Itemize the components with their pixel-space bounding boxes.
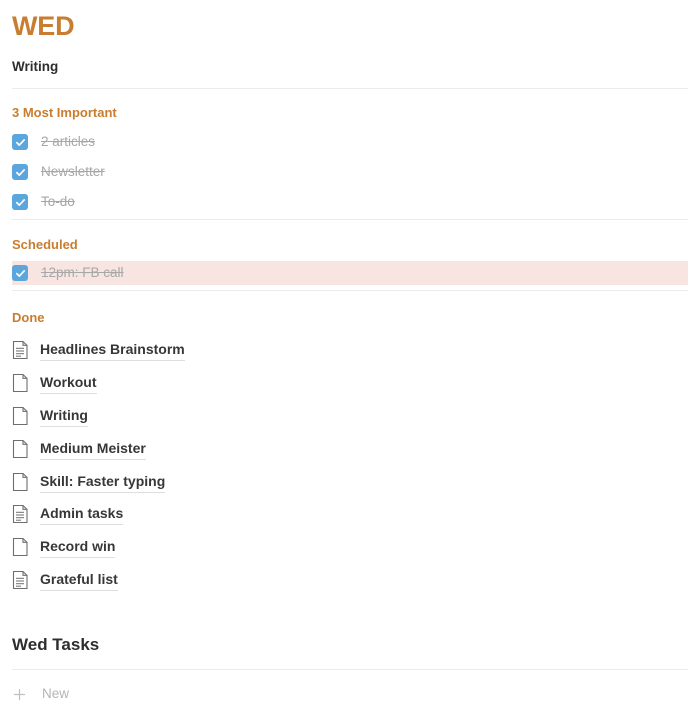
document-list-item-label: Workout	[40, 373, 97, 394]
document-list-item[interactable]: Record win	[12, 534, 116, 560]
page-subtitle: Writing	[12, 59, 59, 74]
document-list-item[interactable]: Writing	[12, 403, 88, 429]
document-lined-icon	[12, 504, 28, 524]
document-list-item[interactable]: Admin tasks	[12, 501, 124, 527]
document-blank-icon	[12, 406, 28, 426]
document-list-item[interactable]: Skill: Faster typing	[12, 469, 166, 495]
add-new-task-button[interactable]: New	[12, 683, 69, 705]
document-list-item[interactable]: Headlines Brainstorm	[12, 337, 185, 363]
page-title: WED	[12, 11, 75, 41]
document-lined-icon	[12, 340, 28, 360]
add-new-task-label: New	[42, 686, 70, 701]
document-blank-icon	[12, 439, 28, 459]
checkbox-checked-icon[interactable]	[12, 164, 28, 180]
document-list-item-label: Grateful list	[40, 570, 118, 591]
checklist-item[interactable]: 2 articles	[12, 131, 688, 153]
checklist-item-label: Newsletter	[41, 164, 105, 179]
tasks-block-title: Wed Tasks	[12, 635, 100, 654]
document-list-item[interactable]: Medium Meister	[12, 436, 146, 462]
section-heading-scheduled: Scheduled	[12, 237, 78, 252]
document-list-item-label: Skill: Faster typing	[40, 472, 166, 493]
checkbox-checked-icon[interactable]	[12, 134, 28, 150]
divider-tasks-block	[12, 669, 688, 670]
document-list-item-label: Headlines Brainstorm	[40, 340, 185, 361]
divider-most-important	[12, 219, 688, 220]
checkbox-checked-icon[interactable]	[12, 194, 28, 210]
document-list-item-label: Medium Meister	[40, 439, 146, 460]
daily-planner-page: WED Writing 3 Most Important 2 articles …	[0, 0, 700, 721]
checklist-item-label: 2 articles	[41, 134, 96, 149]
plus-icon	[13, 688, 26, 700]
document-list-item[interactable]: Grateful list	[12, 567, 118, 593]
checkbox-checked-icon[interactable]	[12, 265, 28, 281]
document-list-item-label: Record win	[40, 537, 116, 558]
document-list-item-label: Admin tasks	[40, 504, 124, 525]
document-blank-icon	[12, 373, 28, 393]
document-blank-icon	[12, 472, 28, 492]
section-heading-most-important: 3 Most Important	[12, 105, 117, 120]
checklist-item[interactable]: Newsletter	[12, 161, 688, 183]
document-lined-icon	[12, 570, 28, 590]
document-list-item[interactable]: Workout	[12, 370, 97, 396]
divider-scheduled	[12, 290, 688, 291]
section-heading-done: Done	[12, 310, 45, 325]
checklist-item-label: To-do	[41, 194, 75, 209]
checklist-item-scheduled[interactable]: 12pm: FB call	[12, 261, 688, 285]
document-list-item-label: Writing	[40, 406, 88, 427]
divider-header	[12, 88, 688, 89]
document-blank-icon	[12, 537, 28, 557]
checklist-item-label: 12pm: FB call	[41, 265, 124, 280]
checklist-item[interactable]: To-do	[12, 191, 688, 213]
